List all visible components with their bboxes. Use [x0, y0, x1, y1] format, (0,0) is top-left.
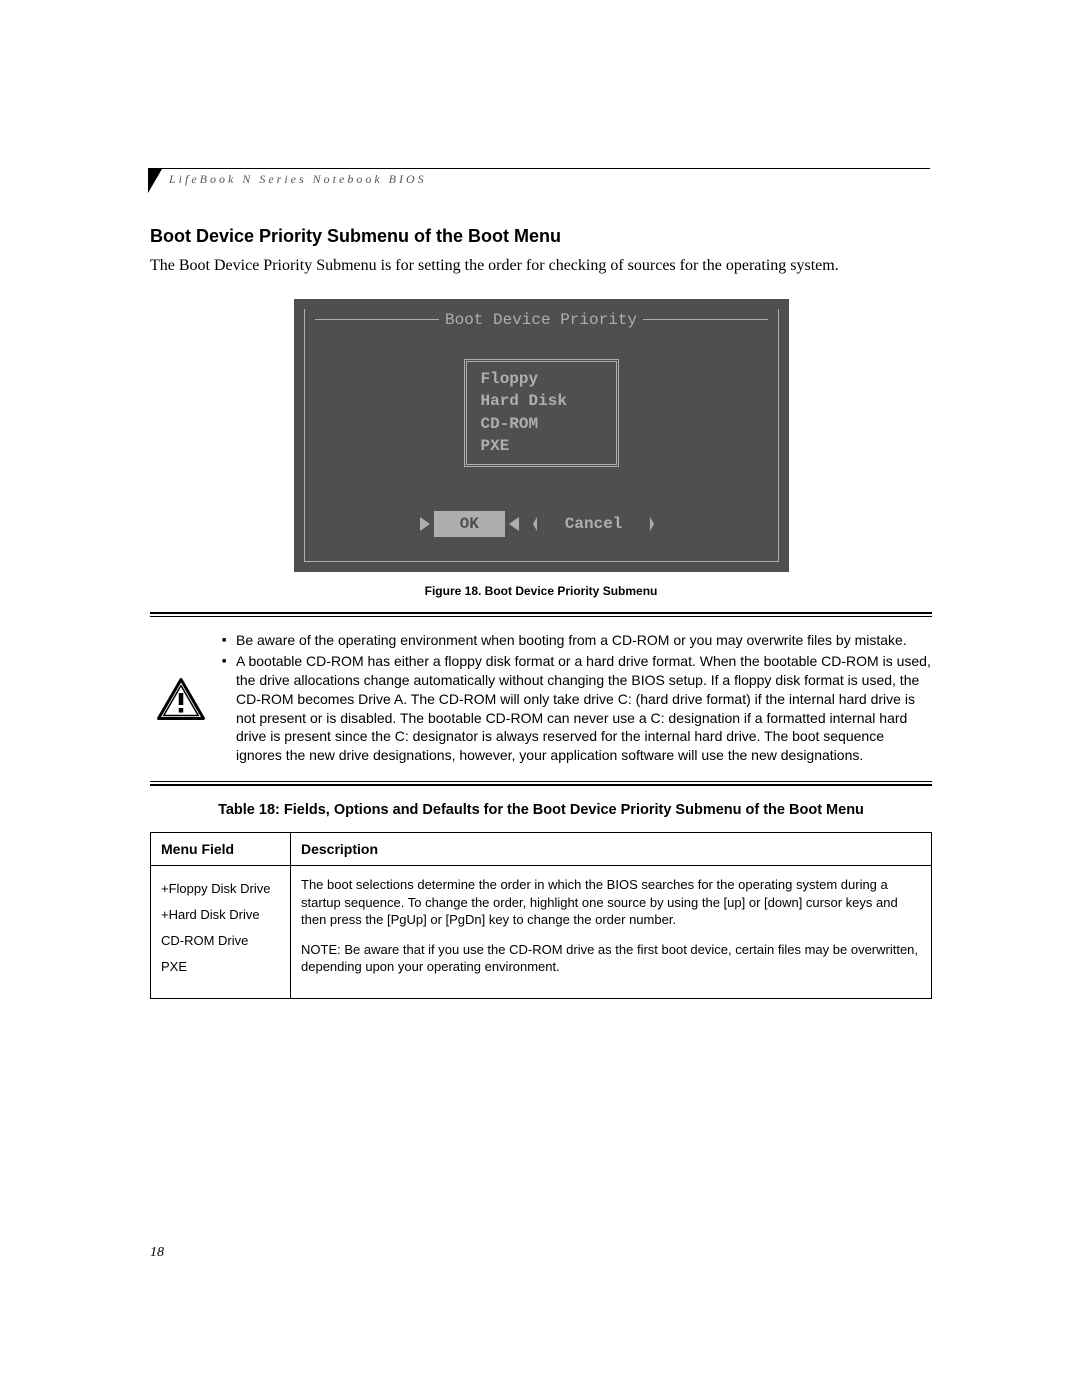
bios-boot-item[interactable]: CD-ROM	[481, 413, 602, 435]
running-head: LifeBook N Series Notebook BIOS	[169, 172, 427, 187]
warning-text: Be aware of the operating environment wh…	[212, 631, 932, 767]
bios-screenshot: Boot Device Priority Floppy Hard Disk CD…	[294, 299, 789, 572]
bios-dialog-title: Boot Device Priority	[439, 309, 643, 331]
table-header-menu-field: Menu Field	[151, 833, 291, 866]
menu-field-item: +Floppy Disk Drive	[161, 876, 280, 902]
table-caption: Table 18: Fields, Options and Defaults f…	[150, 802, 932, 818]
warning-bullet: A bootable CD-ROM has either a floppy di…	[222, 652, 932, 765]
header-rule	[148, 168, 930, 169]
table-cell-menu-fields: +Floppy Disk Drive +Hard Disk Drive CD-R…	[151, 866, 291, 999]
warning-bullet: Be aware of the operating environment wh…	[222, 631, 932, 650]
table-cell-description: The boot selections determine the order …	[291, 866, 932, 999]
selection-arrow-left-icon	[420, 517, 430, 531]
bios-boot-item[interactable]: Floppy	[481, 368, 602, 390]
bios-boot-item[interactable]: PXE	[481, 435, 602, 457]
bracket-left-icon	[533, 517, 537, 531]
horizontal-rule-double	[150, 781, 932, 786]
menu-field-item: PXE	[161, 954, 280, 980]
bios-cancel-label: Cancel	[565, 515, 623, 533]
description-note: NOTE: Be aware that if you use the CD-RO…	[301, 941, 921, 976]
section-heading: Boot Device Priority Submenu of the Boot…	[150, 226, 932, 247]
table-row: +Floppy Disk Drive +Hard Disk Drive CD-R…	[151, 866, 932, 999]
menu-field-item: +Hard Disk Drive	[161, 902, 280, 928]
bios-cancel-button[interactable]: Cancel	[539, 511, 649, 537]
description-paragraph: The boot selections determine the order …	[301, 876, 921, 929]
bios-ok-label: OK	[460, 515, 479, 533]
bios-boot-list[interactable]: Floppy Hard Disk CD-ROM PXE	[464, 359, 619, 467]
warning-icon	[150, 677, 212, 721]
selection-arrow-right-icon	[509, 517, 519, 531]
bios-boot-item[interactable]: Hard Disk	[481, 390, 602, 412]
bracket-right-icon	[650, 517, 654, 531]
menu-field-item: CD-ROM Drive	[161, 928, 280, 954]
figure-caption: Figure 18. Boot Device Priority Submenu	[150, 584, 932, 598]
corner-ornament	[148, 169, 162, 193]
page-number: 18	[150, 1245, 164, 1261]
bios-ok-button[interactable]: OK	[434, 511, 505, 537]
section-description: The Boot Device Priority Submenu is for …	[150, 255, 932, 277]
fields-table: Menu Field Description +Floppy Disk Driv…	[150, 832, 932, 999]
table-header-description: Description	[291, 833, 932, 866]
horizontal-rule-double	[150, 612, 932, 617]
